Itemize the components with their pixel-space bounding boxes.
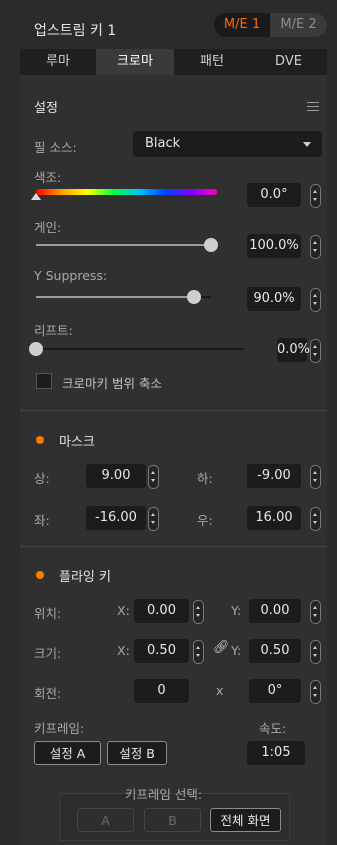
menu-icon[interactable] bbox=[307, 99, 319, 114]
ysuppress-slider-track[interactable] bbox=[36, 296, 211, 298]
gain-stepper[interactable] bbox=[310, 235, 321, 259]
rotation-turns-value[interactable]: 0 bbox=[134, 679, 189, 703]
gain-label: 게인: bbox=[34, 220, 62, 235]
link-icon[interactable]: 🔗︎ bbox=[213, 640, 230, 655]
tab-dve[interactable]: DVE bbox=[250, 49, 327, 75]
chevron-down-icon bbox=[303, 142, 311, 147]
hue-stepper[interactable] bbox=[310, 184, 321, 208]
flying-key-title: 플라잉 키 bbox=[59, 570, 111, 585]
mask-bottom-label: 하: bbox=[197, 471, 213, 486]
speed-label: 속도: bbox=[259, 721, 287, 736]
lift-label: 리프트: bbox=[34, 323, 73, 338]
speed-value[interactable]: 1:05 bbox=[247, 741, 305, 765]
mask-left-label: 좌: bbox=[34, 513, 50, 528]
flying-key-enable-indicator[interactable] bbox=[36, 571, 44, 579]
lift-slider-knob[interactable] bbox=[29, 342, 43, 356]
lift-value[interactable]: 0.0% bbox=[277, 338, 310, 362]
hue-label: 색조: bbox=[34, 170, 62, 185]
tab-luma[interactable]: 루마 bbox=[20, 49, 96, 75]
mask-top-label: 상: bbox=[34, 471, 50, 486]
position-x-stepper[interactable] bbox=[193, 600, 204, 624]
ysuppress-stepper[interactable] bbox=[310, 288, 321, 312]
ysuppress-value[interactable]: 90.0% bbox=[247, 287, 301, 311]
position-label: 위치: bbox=[34, 606, 62, 621]
mask-title: 마스크 bbox=[59, 435, 95, 450]
size-x-label: X: bbox=[117, 643, 130, 658]
keyframe-select-label: 키프레임 선택: bbox=[124, 787, 203, 802]
position-x-value[interactable]: 0.00 bbox=[134, 599, 189, 623]
set-b-button[interactable]: 설정 B bbox=[107, 741, 167, 765]
hue-value[interactable]: 0.0° bbox=[247, 183, 301, 207]
mask-left-stepper[interactable] bbox=[148, 507, 159, 531]
rotation-label: 회전: bbox=[34, 686, 62, 701]
mask-bottom-value[interactable]: -9.00 bbox=[247, 464, 301, 488]
mask-top-value[interactable]: 9.00 bbox=[86, 464, 146, 488]
size-y-stepper[interactable] bbox=[310, 640, 321, 664]
rotation-multiply-label: x bbox=[216, 683, 224, 698]
tab-pattern[interactable]: 패턴 bbox=[174, 49, 250, 75]
lift-stepper[interactable] bbox=[310, 339, 321, 363]
divider bbox=[20, 546, 327, 547]
mask-right-label: 우: bbox=[197, 513, 213, 528]
gain-value[interactable]: 100.0% bbox=[247, 234, 301, 258]
size-x-stepper[interactable] bbox=[193, 640, 204, 664]
me1-button[interactable]: M/E 1 bbox=[214, 13, 270, 37]
gain-slider-knob[interactable] bbox=[204, 238, 218, 252]
mask-top-stepper[interactable] bbox=[148, 465, 159, 489]
mask-right-value[interactable]: 16.00 bbox=[247, 506, 301, 530]
mask-left-value[interactable]: -16.00 bbox=[86, 506, 146, 530]
lift-slider-track[interactable] bbox=[36, 348, 244, 350]
narrow-range-checkbox[interactable] bbox=[36, 373, 52, 389]
gain-slider-track[interactable] bbox=[36, 244, 211, 246]
position-y-value[interactable]: 0.00 bbox=[249, 599, 301, 623]
hue-slider[interactable] bbox=[36, 189, 217, 195]
upstream-key-panel: 업스트림 키 1 M/E 1 M/E 2 루마 크로마 패턴 DVE 설정 필 … bbox=[0, 0, 337, 845]
keyframe-label: 키프레임: bbox=[34, 721, 85, 736]
tab-chroma[interactable]: 크로마 bbox=[96, 49, 174, 75]
keyframe-fullscreen-button[interactable]: 전체 화면 bbox=[210, 808, 281, 832]
panel-title: 업스트림 키 1 bbox=[34, 23, 117, 39]
size-label: 크기: bbox=[34, 646, 62, 661]
divider bbox=[20, 410, 327, 411]
mask-right-stepper[interactable] bbox=[310, 507, 321, 531]
size-y-label: Y: bbox=[231, 643, 242, 658]
ysuppress-slider-fill bbox=[36, 296, 194, 298]
set-a-button[interactable]: 설정 A bbox=[34, 741, 101, 765]
fill-source-label: 필 소스: bbox=[34, 140, 77, 155]
size-y-value[interactable]: 0.50 bbox=[249, 639, 301, 663]
position-x-label: X: bbox=[117, 603, 130, 618]
rotation-stepper[interactable] bbox=[310, 680, 321, 704]
rotation-degrees-value[interactable]: 0° bbox=[249, 679, 301, 703]
hue-marker-icon[interactable] bbox=[31, 193, 41, 200]
ysuppress-slider-knob[interactable] bbox=[186, 290, 201, 304]
keyframe-a-button[interactable]: A bbox=[77, 808, 134, 832]
narrow-range-label: 크로마키 범위 축소 bbox=[62, 376, 162, 391]
mask-bottom-stepper[interactable] bbox=[310, 465, 321, 489]
fill-source-value: Black bbox=[145, 136, 181, 151]
position-y-label: Y: bbox=[231, 603, 242, 618]
ysuppress-label: Y Suppress: bbox=[34, 268, 108, 283]
settings-title: 설정 bbox=[34, 101, 58, 116]
keyframe-b-button[interactable]: B bbox=[144, 808, 201, 832]
mask-enable-indicator[interactable] bbox=[36, 436, 44, 444]
me2-button[interactable]: M/E 2 bbox=[270, 13, 327, 37]
size-x-value[interactable]: 0.50 bbox=[134, 639, 189, 663]
position-y-stepper[interactable] bbox=[310, 600, 321, 624]
gain-slider-fill bbox=[36, 244, 211, 246]
